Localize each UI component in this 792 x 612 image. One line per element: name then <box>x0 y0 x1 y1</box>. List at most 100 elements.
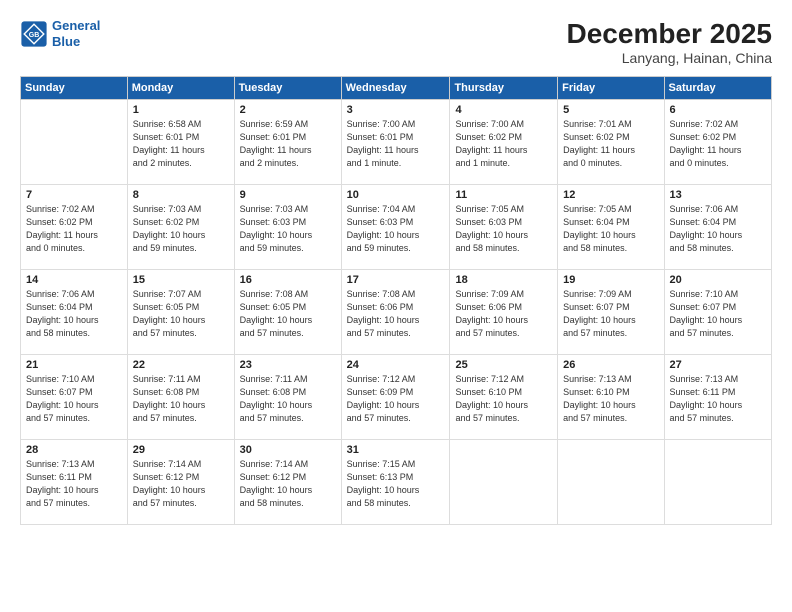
cell-w3-d2: 15 Sunrise: 7:07 AM Sunset: 6:05 PM Dayli… <box>127 270 234 355</box>
day-info-13: Sunrise: 7:06 AM Sunset: 6:04 PM Dayligh… <box>670 203 766 255</box>
calendar: Sunday Monday Tuesday Wednesday Thursday… <box>20 76 772 525</box>
day-number-5: 5 <box>563 104 658 116</box>
cell-w3-d3: 16 Sunrise: 7:08 AM Sunset: 6:05 PM Dayli… <box>234 270 341 355</box>
cell-w5-d1: 28 Sunrise: 7:13 AM Sunset: 6:11 PM Dayli… <box>21 440 128 525</box>
day-number-21: 21 <box>26 359 122 371</box>
col-wednesday: Wednesday <box>341 77 450 100</box>
cell-w5-d4: 31 Sunrise: 7:15 AM Sunset: 6:13 PM Dayli… <box>341 440 450 525</box>
calendar-body: 1 Sunrise: 6:58 AM Sunset: 6:01 PM Daylig… <box>21 100 772 525</box>
day-info-9: Sunrise: 7:03 AM Sunset: 6:03 PM Dayligh… <box>240 203 336 255</box>
day-number-19: 19 <box>563 274 658 286</box>
week-row-1: 1 Sunrise: 6:58 AM Sunset: 6:01 PM Daylig… <box>21 100 772 185</box>
day-info-28: Sunrise: 7:13 AM Sunset: 6:11 PM Dayligh… <box>26 458 122 510</box>
day-info-29: Sunrise: 7:14 AM Sunset: 6:12 PM Dayligh… <box>133 458 229 510</box>
day-number-29: 29 <box>133 444 229 456</box>
day-info-5: Sunrise: 7:01 AM Sunset: 6:02 PM Dayligh… <box>563 118 658 170</box>
cell-w4-d1: 21 Sunrise: 7:10 AM Sunset: 6:07 PM Dayli… <box>21 355 128 440</box>
cell-w3-d6: 19 Sunrise: 7:09 AM Sunset: 6:07 PM Dayli… <box>558 270 664 355</box>
svg-text:GB: GB <box>29 31 40 38</box>
calendar-header: Sunday Monday Tuesday Wednesday Thursday… <box>21 77 772 100</box>
day-info-24: Sunrise: 7:12 AM Sunset: 6:09 PM Dayligh… <box>347 373 445 425</box>
cell-w4-d5: 25 Sunrise: 7:12 AM Sunset: 6:10 PM Dayli… <box>450 355 558 440</box>
day-info-14: Sunrise: 7:06 AM Sunset: 6:04 PM Dayligh… <box>26 288 122 340</box>
day-info-27: Sunrise: 7:13 AM Sunset: 6:11 PM Dayligh… <box>670 373 766 425</box>
day-info-19: Sunrise: 7:09 AM Sunset: 6:07 PM Dayligh… <box>563 288 658 340</box>
col-sunday: Sunday <box>21 77 128 100</box>
day-number-31: 31 <box>347 444 445 456</box>
day-number-16: 16 <box>240 274 336 286</box>
day-number-23: 23 <box>240 359 336 371</box>
day-number-28: 28 <box>26 444 122 456</box>
cell-w3-d1: 14 Sunrise: 7:06 AM Sunset: 6:04 PM Dayli… <box>21 270 128 355</box>
cell-w2-d1: 7Sunrise: 7:02 AM Sunset: 6:02 PM Daylig… <box>21 185 128 270</box>
day-number-20: 20 <box>670 274 766 286</box>
day-info-4: Sunrise: 7:00 AM Sunset: 6:02 PM Dayligh… <box>455 118 552 170</box>
day-info-16: Sunrise: 7:08 AM Sunset: 6:05 PM Dayligh… <box>240 288 336 340</box>
day-info-15: Sunrise: 7:07 AM Sunset: 6:05 PM Dayligh… <box>133 288 229 340</box>
day-number-6: 6 <box>670 104 766 116</box>
day-info-23: Sunrise: 7:11 AM Sunset: 6:08 PM Dayligh… <box>240 373 336 425</box>
logo-line1: General <box>52 18 100 33</box>
day-number-12: 12 <box>563 189 658 201</box>
week-row-5: 28 Sunrise: 7:13 AM Sunset: 6:11 PM Dayli… <box>21 440 772 525</box>
col-tuesday: Tuesday <box>234 77 341 100</box>
day-number-11: 11 <box>455 189 552 201</box>
day-info-31: Sunrise: 7:15 AM Sunset: 6:13 PM Dayligh… <box>347 458 445 510</box>
cell-w2-d6: 12 Sunrise: 7:05 AM Sunset: 6:04 PM Dayli… <box>558 185 664 270</box>
day-info-22: Sunrise: 7:11 AM Sunset: 6:08 PM Dayligh… <box>133 373 229 425</box>
day-info-10: Sunrise: 7:04 AM Sunset: 6:03 PM Dayligh… <box>347 203 445 255</box>
day-number-18: 18 <box>455 274 552 286</box>
cell-w1-d2: 1 Sunrise: 6:58 AM Sunset: 6:01 PM Daylig… <box>127 100 234 185</box>
cell-w4-d4: 24 Sunrise: 7:12 AM Sunset: 6:09 PM Dayli… <box>341 355 450 440</box>
week-row-4: 21 Sunrise: 7:10 AM Sunset: 6:07 PM Dayli… <box>21 355 772 440</box>
col-thursday: Thursday <box>450 77 558 100</box>
cell-w3-d7: 20Sunrise: 7:10 AM Sunset: 6:07 PM Dayli… <box>664 270 771 355</box>
cell-w1-d5: 4Sunrise: 7:00 AM Sunset: 6:02 PM Daylig… <box>450 100 558 185</box>
day-number-25: 25 <box>455 359 552 371</box>
cell-w5-d5 <box>450 440 558 525</box>
day-info-12: Sunrise: 7:05 AM Sunset: 6:04 PM Dayligh… <box>563 203 658 255</box>
day-number-9: 9 <box>240 189 336 201</box>
day-info-2: Sunrise: 6:59 AM Sunset: 6:01 PM Dayligh… <box>240 118 336 170</box>
cell-w2-d3: 9 Sunrise: 7:03 AM Sunset: 6:03 PM Daylig… <box>234 185 341 270</box>
day-number-14: 14 <box>26 274 122 286</box>
day-info-21: Sunrise: 7:10 AM Sunset: 6:07 PM Dayligh… <box>26 373 122 425</box>
day-info-25: Sunrise: 7:12 AM Sunset: 6:10 PM Dayligh… <box>455 373 552 425</box>
cell-w4-d3: 23 Sunrise: 7:11 AM Sunset: 6:08 PM Dayli… <box>234 355 341 440</box>
day-number-27: 27 <box>670 359 766 371</box>
day-info-3: Sunrise: 7:00 AM Sunset: 6:01 PM Dayligh… <box>347 118 445 170</box>
day-info-18: Sunrise: 7:09 AM Sunset: 6:06 PM Dayligh… <box>455 288 552 340</box>
cell-w2-d5: 11Sunrise: 7:05 AM Sunset: 6:03 PM Dayli… <box>450 185 558 270</box>
day-number-3: 3 <box>347 104 445 116</box>
cell-w1-d1 <box>21 100 128 185</box>
day-number-15: 15 <box>133 274 229 286</box>
col-monday: Monday <box>127 77 234 100</box>
header: GB General Blue December 2025 Lanyang, H… <box>20 18 772 66</box>
day-info-6: Sunrise: 7:02 AM Sunset: 6:02 PM Dayligh… <box>670 118 766 170</box>
day-number-1: 1 <box>133 104 229 116</box>
location-subtitle: Lanyang, Hainan, China <box>567 50 772 66</box>
day-number-30: 30 <box>240 444 336 456</box>
week-row-2: 7Sunrise: 7:02 AM Sunset: 6:02 PM Daylig… <box>21 185 772 270</box>
cell-w1-d6: 5 Sunrise: 7:01 AM Sunset: 6:02 PM Daylig… <box>558 100 664 185</box>
month-title: December 2025 <box>567 18 772 50</box>
cell-w4-d2: 22 Sunrise: 7:11 AM Sunset: 6:08 PM Dayli… <box>127 355 234 440</box>
cell-w5-d7 <box>664 440 771 525</box>
day-number-17: 17 <box>347 274 445 286</box>
day-number-13: 13 <box>670 189 766 201</box>
page: GB General Blue December 2025 Lanyang, H… <box>0 0 792 612</box>
day-info-1: Sunrise: 6:58 AM Sunset: 6:01 PM Dayligh… <box>133 118 229 170</box>
day-number-2: 2 <box>240 104 336 116</box>
day-info-8: Sunrise: 7:03 AM Sunset: 6:02 PM Dayligh… <box>133 203 229 255</box>
cell-w3-d4: 17Sunrise: 7:08 AM Sunset: 6:06 PM Dayli… <box>341 270 450 355</box>
cell-w5-d2: 29 Sunrise: 7:14 AM Sunset: 6:12 PM Dayli… <box>127 440 234 525</box>
day-number-24: 24 <box>347 359 445 371</box>
cell-w4-d7: 27 Sunrise: 7:13 AM Sunset: 6:11 PM Dayli… <box>664 355 771 440</box>
cell-w2-d2: 8Sunrise: 7:03 AM Sunset: 6:02 PM Daylig… <box>127 185 234 270</box>
logo: GB General Blue <box>20 18 100 49</box>
day-number-22: 22 <box>133 359 229 371</box>
cell-w3-d5: 18 Sunrise: 7:09 AM Sunset: 6:06 PM Dayli… <box>450 270 558 355</box>
day-info-26: Sunrise: 7:13 AM Sunset: 6:10 PM Dayligh… <box>563 373 658 425</box>
title-block: December 2025 Lanyang, Hainan, China <box>567 18 772 66</box>
cell-w2-d4: 10Sunrise: 7:04 AM Sunset: 6:03 PM Dayli… <box>341 185 450 270</box>
